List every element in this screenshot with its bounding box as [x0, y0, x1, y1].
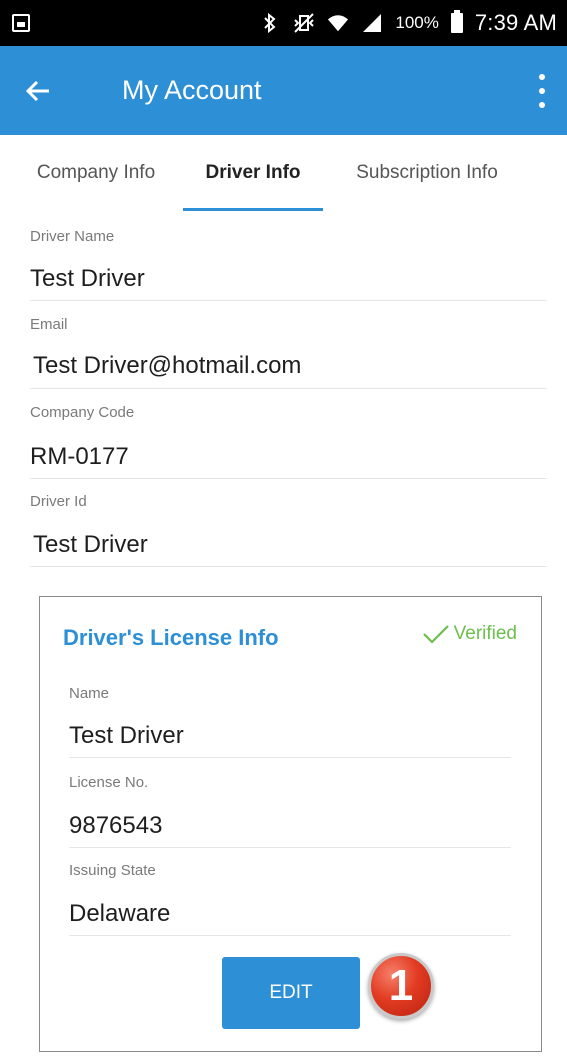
divider	[69, 935, 511, 936]
tab-driver-info[interactable]: Driver Info	[183, 135, 323, 211]
license-name-label: Name	[69, 685, 110, 702]
driver-name-value: Test Driver	[30, 265, 145, 292]
bluetooth-icon	[259, 12, 281, 34]
edit-button[interactable]: EDIT	[222, 957, 360, 1029]
issuing-state-label: Issuing State	[69, 862, 156, 879]
wifi-icon	[327, 12, 349, 34]
issuing-state-value: Delaware	[69, 900, 171, 927]
gallery-icon	[12, 14, 30, 32]
page-title: My Account	[122, 75, 262, 105]
active-tab-indicator	[183, 208, 323, 211]
divider	[69, 847, 511, 848]
divider	[30, 300, 547, 301]
battery-percent: 100%	[395, 13, 439, 32]
license-number-label: License No.	[69, 774, 149, 791]
verified-label: Verified	[453, 623, 517, 644]
divider	[30, 388, 547, 389]
back-button[interactable]	[0, 46, 90, 135]
company-code-value: RM-0177	[30, 443, 129, 470]
email-value: Test Driver@hotmail.com	[33, 352, 302, 379]
driver-id-label: Driver Id	[30, 493, 87, 510]
license-number-value: 9876543	[69, 812, 163, 839]
vibrate-icon	[293, 12, 315, 34]
license-card: Driver's License Info Verified Name Test…	[39, 596, 542, 1052]
license-card-title: Driver's License Info	[63, 625, 279, 650]
tab-subscription-info[interactable]: Subscription Info	[332, 135, 522, 211]
back-arrow-icon	[25, 80, 49, 101]
signal-icon	[361, 12, 383, 34]
divider	[69, 757, 511, 758]
company-code-label: Company Code	[30, 404, 135, 421]
verified-status: Verified	[422, 623, 517, 645]
more-options-icon[interactable]	[531, 74, 553, 108]
driver-name-label: Driver Name	[30, 228, 115, 245]
check-icon	[422, 625, 449, 644]
divider	[30, 566, 547, 567]
app-bar: My Account	[0, 46, 567, 135]
status-bar: 100% 7:39 AM	[0, 0, 567, 46]
tab-company-info[interactable]: Company Info	[18, 135, 174, 211]
battery-icon	[450, 10, 463, 33]
driver-id-value: Test Driver	[33, 531, 148, 558]
email-label: Email	[30, 316, 68, 333]
tab-bar: Company Info Driver Info Subscription In…	[0, 135, 567, 211]
divider	[30, 478, 547, 479]
step-number-badge: 1	[368, 953, 434, 1019]
license-name-value: Test Driver	[69, 722, 184, 749]
clock: 7:39 AM	[474, 10, 557, 35]
